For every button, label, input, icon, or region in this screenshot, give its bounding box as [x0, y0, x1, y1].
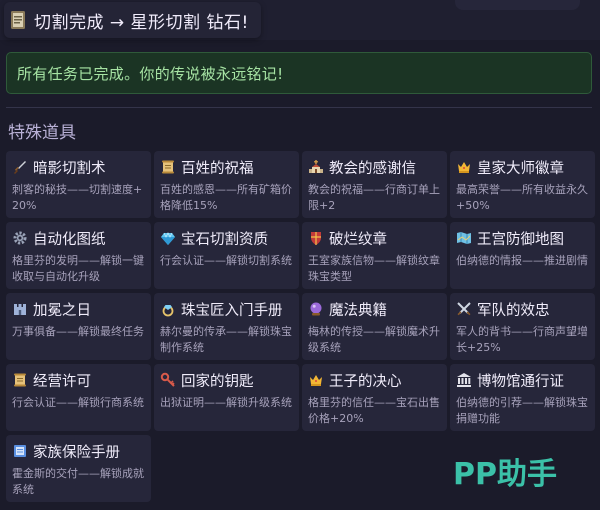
item-card-header: 暗影切割术	[12, 156, 145, 178]
item-description: 百姓的感恩——所有矿箱价格降低15%	[160, 183, 292, 212]
item-description: 格里芬的发明——解锁一键收取与自动化升级	[12, 254, 144, 283]
divider	[6, 107, 592, 108]
item-title: 暗影切割术	[33, 160, 106, 177]
item-card[interactable]: 魔法典籍梅林的传授——解锁魔术升级系统	[302, 293, 447, 360]
top-tab[interactable]	[455, 0, 580, 10]
crossed-swords-icon	[456, 301, 472, 317]
item-title: 博物馆通行证	[477, 373, 564, 390]
item-description: 格里芬的信任——宝石出售价格+20%	[308, 396, 440, 425]
completion-banner: 所有任务已完成。你的传说被永远铭记!	[6, 52, 592, 94]
item-card-header: 家族保险手册	[12, 440, 145, 462]
item-card[interactable]: 自动化图纸格里芬的发明——解锁一键收取与自动化升级	[6, 222, 151, 289]
item-card[interactable]: 军队的效忠军人的背书——行商声望增长+25%	[450, 293, 595, 360]
map-icon	[456, 230, 472, 246]
item-card[interactable]: 博物馆通行证伯纳德的引荐——解锁珠宝捐赠功能	[450, 364, 595, 431]
item-card-header: 王子的决心	[308, 369, 441, 391]
item-card[interactable]: 宝石切割资质行会认证——解锁切割系统	[154, 222, 299, 289]
crystal-ball-icon	[308, 301, 324, 317]
item-description: 行会认证——解锁切割系统	[160, 254, 292, 267]
diamond-icon	[160, 230, 176, 246]
item-description: 赫尔曼的传承——解锁珠宝制作系统	[160, 325, 292, 354]
item-description: 最高荣誉——所有收益永久+50%	[456, 183, 588, 212]
gear-icon	[12, 230, 28, 246]
dagger-icon	[12, 159, 28, 175]
item-description: 行会认证——解锁行商系统	[12, 396, 144, 409]
church-icon	[308, 159, 324, 175]
item-description: 伯纳德的情报——推进剧情	[456, 254, 588, 267]
item-card[interactable]: 教会的感谢信教会的祝福——行商订单上限+2	[302, 151, 447, 218]
item-card-header: 魔法典籍	[308, 298, 441, 320]
item-card[interactable]: 百姓的祝福百姓的感恩——所有矿箱价格降低15%	[154, 151, 299, 218]
item-description: 伯纳德的引荐——解锁珠宝捐赠功能	[456, 396, 588, 425]
item-card-header: 王宫防御地图	[456, 227, 589, 249]
item-card[interactable]: 皇家大师徽章最高荣誉——所有收益永久+50%	[450, 151, 595, 218]
item-description: 刺客的秘技——切割速度+20%	[12, 183, 143, 212]
item-description: 万事俱备——解锁最终任务	[12, 325, 144, 338]
key-icon	[160, 372, 176, 388]
item-card[interactable]: 破烂纹章王室家族信物——解锁纹章珠宝类型	[302, 222, 447, 289]
item-title: 百姓的祝福	[181, 160, 254, 177]
item-card[interactable]: 家族保险手册霍金斯的交付——解锁成就系统	[6, 435, 151, 502]
toast-notification: 切割完成 → 星形切割 钻石!	[4, 2, 261, 38]
item-card[interactable]: 王宫防御地图伯纳德的情报——推进剧情	[450, 222, 595, 289]
item-description: 霍金斯的交付——解锁成就系统	[12, 467, 144, 496]
item-card-header: 百姓的祝福	[160, 156, 293, 178]
notebook-icon	[8, 9, 28, 31]
item-description: 教会的祝福——行商订单上限+2	[308, 183, 440, 212]
scroll-icon	[160, 159, 176, 175]
item-card-header: 宝石切割资质	[160, 227, 293, 249]
item-title: 经营许可	[33, 373, 91, 390]
item-card[interactable]: 暗影切割术刺客的秘技——切割速度+20%	[6, 151, 151, 218]
item-card-header: 教会的感谢信	[308, 156, 441, 178]
item-title: 家族保险手册	[33, 444, 120, 461]
item-card-header: 破烂纹章	[308, 227, 441, 249]
item-description: 梅林的传授——解锁魔术升级系统	[308, 325, 440, 354]
crown-icon	[456, 159, 472, 175]
book-icon	[12, 443, 28, 459]
item-description: 出狱证明——解锁升级系统	[160, 396, 292, 409]
item-card-header: 加冕之日	[12, 298, 145, 320]
watermark-text: PP助手	[453, 457, 557, 492]
item-title: 加冕之日	[33, 302, 91, 319]
item-card[interactable]: 回家的钥匙出狱证明——解锁升级系统	[154, 364, 299, 431]
item-title: 宝石切割资质	[181, 231, 268, 248]
crest-icon	[308, 230, 324, 246]
item-description: 军人的背书——行商声望增长+25%	[456, 325, 588, 354]
section-title: 特殊道具	[8, 123, 76, 143]
item-title: 自动化图纸	[33, 231, 106, 248]
item-card-header: 皇家大师徽章	[456, 156, 589, 178]
castle-icon	[12, 301, 28, 317]
item-card-header: 博物馆通行证	[456, 369, 589, 391]
item-title: 回家的钥匙	[181, 373, 254, 390]
toast-text: 切割完成 → 星形切割 钻石!	[34, 12, 249, 33]
item-card-header: 回家的钥匙	[160, 369, 293, 391]
ring-icon	[160, 301, 176, 317]
item-card[interactable]: 王子的决心格里芬的信任——宝石出售价格+20%	[302, 364, 447, 431]
banner-text: 所有任务已完成。你的传说被永远铭记!	[17, 64, 284, 83]
item-title: 珠宝匠入门手册	[181, 302, 283, 319]
item-card-header: 珠宝匠入门手册	[160, 298, 293, 320]
item-title: 魔法典籍	[329, 302, 387, 319]
item-card[interactable]: 加冕之日万事俱备——解锁最终任务	[6, 293, 151, 360]
item-title: 皇家大师徽章	[477, 160, 564, 177]
item-card-header: 自动化图纸	[12, 227, 145, 249]
item-title: 王宫防御地图	[477, 231, 564, 248]
watermark: PP助手	[453, 450, 573, 494]
item-title: 破烂纹章	[329, 231, 387, 248]
item-title: 王子的决心	[329, 373, 402, 390]
item-card-header: 经营许可	[12, 369, 145, 391]
item-description: 王室家族信物——解锁纹章珠宝类型	[308, 254, 440, 283]
item-title: 军队的效忠	[477, 302, 550, 319]
crown-icon	[308, 372, 324, 388]
item-title: 教会的感谢信	[329, 160, 416, 177]
scroll-icon	[12, 372, 28, 388]
item-card-header: 军队的效忠	[456, 298, 589, 320]
item-card[interactable]: 珠宝匠入门手册赫尔曼的传承——解锁珠宝制作系统	[154, 293, 299, 360]
item-card[interactable]: 经营许可行会认证——解锁行商系统	[6, 364, 151, 431]
museum-icon	[456, 372, 472, 388]
